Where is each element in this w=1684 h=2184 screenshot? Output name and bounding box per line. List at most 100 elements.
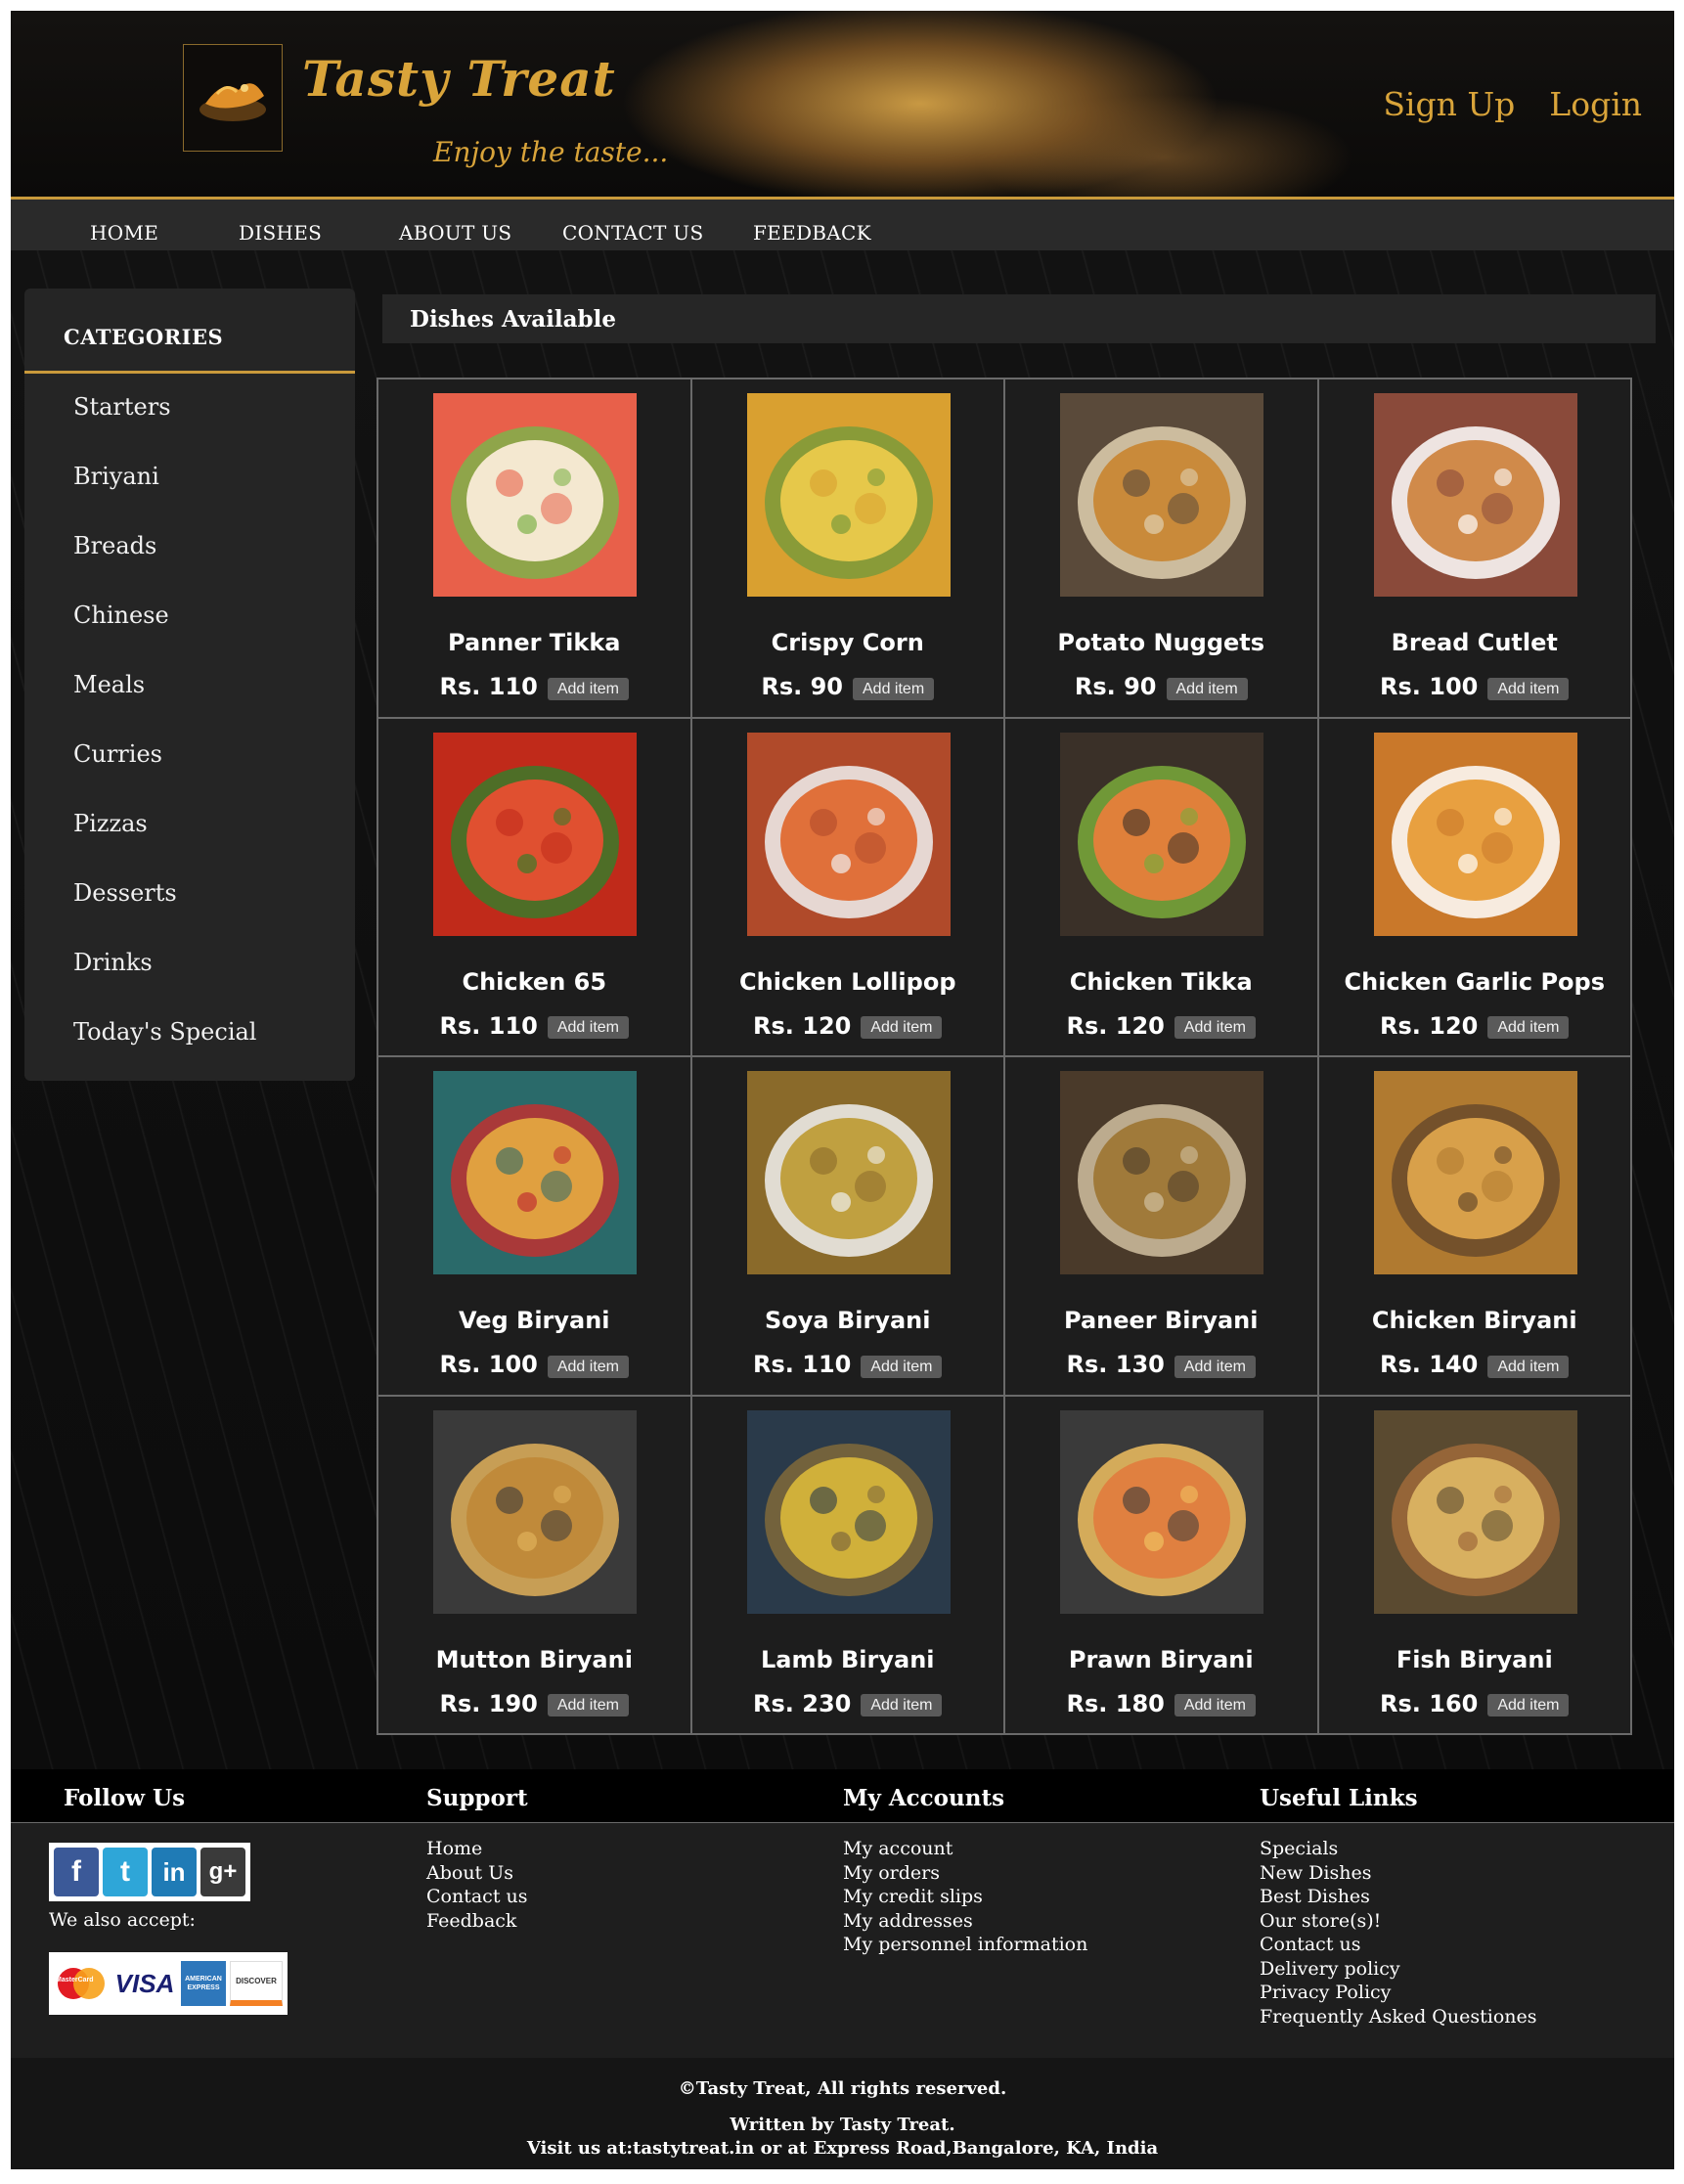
add-item-button[interactable]: Add item: [547, 1355, 629, 1378]
header-actions: Sign Up Login: [1383, 85, 1642, 123]
category-chinese[interactable]: Chinese: [73, 602, 169, 629]
logo-image[interactable]: [183, 44, 283, 152]
footer-link-contact-us-2[interactable]: Contact us: [1260, 1933, 1537, 1957]
dishes-header: Dishes Available: [382, 294, 1656, 343]
category-curries[interactable]: Curries: [73, 740, 162, 768]
dish-price: Rs. 110: [439, 673, 538, 700]
facebook-icon[interactable]: f: [54, 1848, 99, 1896]
linkedin-icon[interactable]: in: [152, 1848, 197, 1896]
dish-name: Mutton Biryani: [435, 1645, 633, 1673]
dish-card: Chicken Garlic Pops Rs. 120 Add item: [1317, 717, 1631, 1056]
category-briyani[interactable]: Briyani: [73, 463, 159, 490]
mastercard-icon: MasterCard: [54, 1961, 109, 2006]
footer-link-contact-us[interactable]: Contact us: [426, 1885, 527, 1909]
footer-link-my-addresses[interactable]: My addresses: [843, 1909, 1087, 1934]
nav-dishes[interactable]: DISHES: [239, 221, 322, 245]
category-meals[interactable]: Meals: [73, 671, 145, 698]
footer-link-my-orders[interactable]: My orders: [843, 1861, 1087, 1886]
dish-price: Rs. 130: [1066, 1351, 1165, 1378]
chicken-tikka-image[interactable]: [1060, 732, 1263, 936]
mutton-biryani-image[interactable]: [433, 1409, 637, 1614]
category-drinks[interactable]: Drinks: [73, 949, 153, 976]
nav-about-us[interactable]: ABOUT US: [399, 221, 511, 245]
prawn-biryani-image[interactable]: [1060, 1409, 1263, 1614]
footer-link-feedback[interactable]: Feedback: [426, 1909, 527, 1934]
category-desserts[interactable]: Desserts: [73, 879, 177, 907]
footer-link-new-dishes[interactable]: New Dishes: [1260, 1861, 1537, 1886]
fish-biryani-image[interactable]: [1373, 1409, 1577, 1614]
chicken-garlic-pops-image[interactable]: [1373, 732, 1577, 936]
add-item-button[interactable]: Add item: [861, 1016, 943, 1039]
category-starters[interactable]: Starters: [73, 393, 171, 421]
amex-icon: AMERICAN EXPRESS: [181, 1961, 226, 2006]
footer-link-privacy-policy[interactable]: Privacy Policy: [1260, 1981, 1537, 2005]
dish-card: Mutton Biryani Rs. 190 Add item: [377, 1395, 691, 1734]
category-breads[interactable]: Breads: [73, 532, 156, 559]
chicken-65-image[interactable]: [433, 732, 637, 936]
category-todays-special[interactable]: Today's Special: [73, 1018, 256, 1046]
login-link[interactable]: Login: [1549, 85, 1642, 123]
soya-biryani-image[interactable]: [746, 1071, 951, 1274]
footer-link-about-us[interactable]: About Us: [426, 1861, 527, 1886]
dish-card: Panner Tikka Rs. 110 Add item: [377, 379, 691, 718]
dish-name: Fish Biryani: [1396, 1645, 1553, 1673]
nav-home[interactable]: HOME: [90, 221, 158, 245]
footer-link-home[interactable]: Home: [426, 1837, 527, 1861]
add-item-button[interactable]: Add item: [1174, 1694, 1256, 1716]
dish-card: Potato Nuggets Rs. 90 Add item: [1004, 379, 1318, 718]
paneer-biryani-image[interactable]: [1060, 1071, 1263, 1274]
add-item-button[interactable]: Add item: [547, 1016, 629, 1039]
veg-biryani-image[interactable]: [433, 1071, 637, 1274]
dish-name: Veg Biryani: [458, 1307, 610, 1334]
footer-bottom: ©Tasty Treat, All rights reserved. Writt…: [11, 2058, 1674, 2169]
brand-name: Tasty Treat: [302, 50, 616, 108]
footer-link-delivery-policy[interactable]: Delivery policy: [1260, 1957, 1537, 1982]
footer-links: f t in g+ We also accept: MasterCard VIS…: [11, 1823, 1674, 2058]
footer-link-faq[interactable]: Frequently Asked Questiones: [1260, 2005, 1537, 2029]
signup-link[interactable]: Sign Up: [1383, 85, 1515, 123]
dish-card: Chicken Tikka Rs. 120 Add item: [1004, 717, 1318, 1056]
nav-feedback[interactable]: FEEDBACK: [753, 221, 871, 245]
footer-link-best-dishes[interactable]: Best Dishes: [1260, 1885, 1537, 1909]
bread-cutlet-image[interactable]: [1373, 393, 1577, 597]
lamb-biryani-image[interactable]: [746, 1409, 951, 1614]
footer-link-specials[interactable]: Specials: [1260, 1837, 1537, 1861]
add-item-button[interactable]: Add item: [1174, 1016, 1256, 1039]
add-item-button[interactable]: Add item: [853, 677, 935, 700]
chicken-lollipop-image[interactable]: [746, 732, 951, 936]
dish-price: Rs. 190: [439, 1689, 538, 1717]
add-item-button[interactable]: Add item: [547, 1694, 629, 1716]
add-item-button[interactable]: Add item: [1487, 1016, 1570, 1039]
chicken-biryani-image[interactable]: [1373, 1071, 1577, 1274]
add-item-button[interactable]: Add item: [1166, 677, 1248, 700]
payment-cards: MasterCard VISA AMERICAN EXPRESS DISCOVE…: [49, 1952, 288, 2015]
main-content: CATEGORIES Starters Briyani Breads Chine…: [11, 250, 1674, 1769]
potato-nuggets-image[interactable]: [1060, 393, 1263, 597]
add-item-button[interactable]: Add item: [861, 1355, 943, 1378]
dish-card: Chicken 65 Rs. 110 Add item: [377, 717, 691, 1056]
google-plus-icon[interactable]: g+: [200, 1848, 245, 1896]
dish-name: Panner Tikka: [448, 629, 621, 656]
add-item-button[interactable]: Add item: [1487, 677, 1570, 700]
header-banner: Tasty Treat Enjoy the taste... Sign Up L…: [11, 11, 1674, 200]
paneer-tikka-image[interactable]: [433, 393, 637, 597]
dish-grid: Panner Tikka Rs. 110 Add item Crispy Corn Rs…: [377, 378, 1632, 1735]
categories-header: CATEGORIES: [24, 289, 355, 374]
add-item-button[interactable]: Add item: [1174, 1355, 1256, 1378]
crispy-corn-image[interactable]: [746, 393, 951, 597]
add-item-button[interactable]: Add item: [547, 677, 629, 700]
price-row: Rs. 160 Add item: [1319, 1690, 1631, 1717]
add-item-button[interactable]: Add item: [1487, 1694, 1570, 1716]
nav-contact-us[interactable]: CONTACT US: [562, 221, 703, 245]
add-item-button[interactable]: Add item: [861, 1694, 943, 1716]
categories-sidebar: CATEGORIES Starters Briyani Breads Chine…: [24, 289, 355, 1081]
add-item-button[interactable]: Add item: [1487, 1355, 1570, 1378]
twitter-icon[interactable]: t: [103, 1848, 148, 1896]
price-row: Rs. 100 Add item: [378, 1351, 690, 1378]
category-pizzas[interactable]: Pizzas: [73, 810, 148, 837]
footer-link-our-stores[interactable]: Our store(s)!: [1260, 1909, 1537, 1934]
mastercard-label: MasterCard: [56, 1977, 94, 1983]
footer-link-my-personnel-information[interactable]: My personnel information: [843, 1933, 1087, 1957]
footer-link-my-credit-slips[interactable]: My credit slips: [843, 1885, 1087, 1909]
footer-link-my-account[interactable]: My account: [843, 1837, 1087, 1861]
